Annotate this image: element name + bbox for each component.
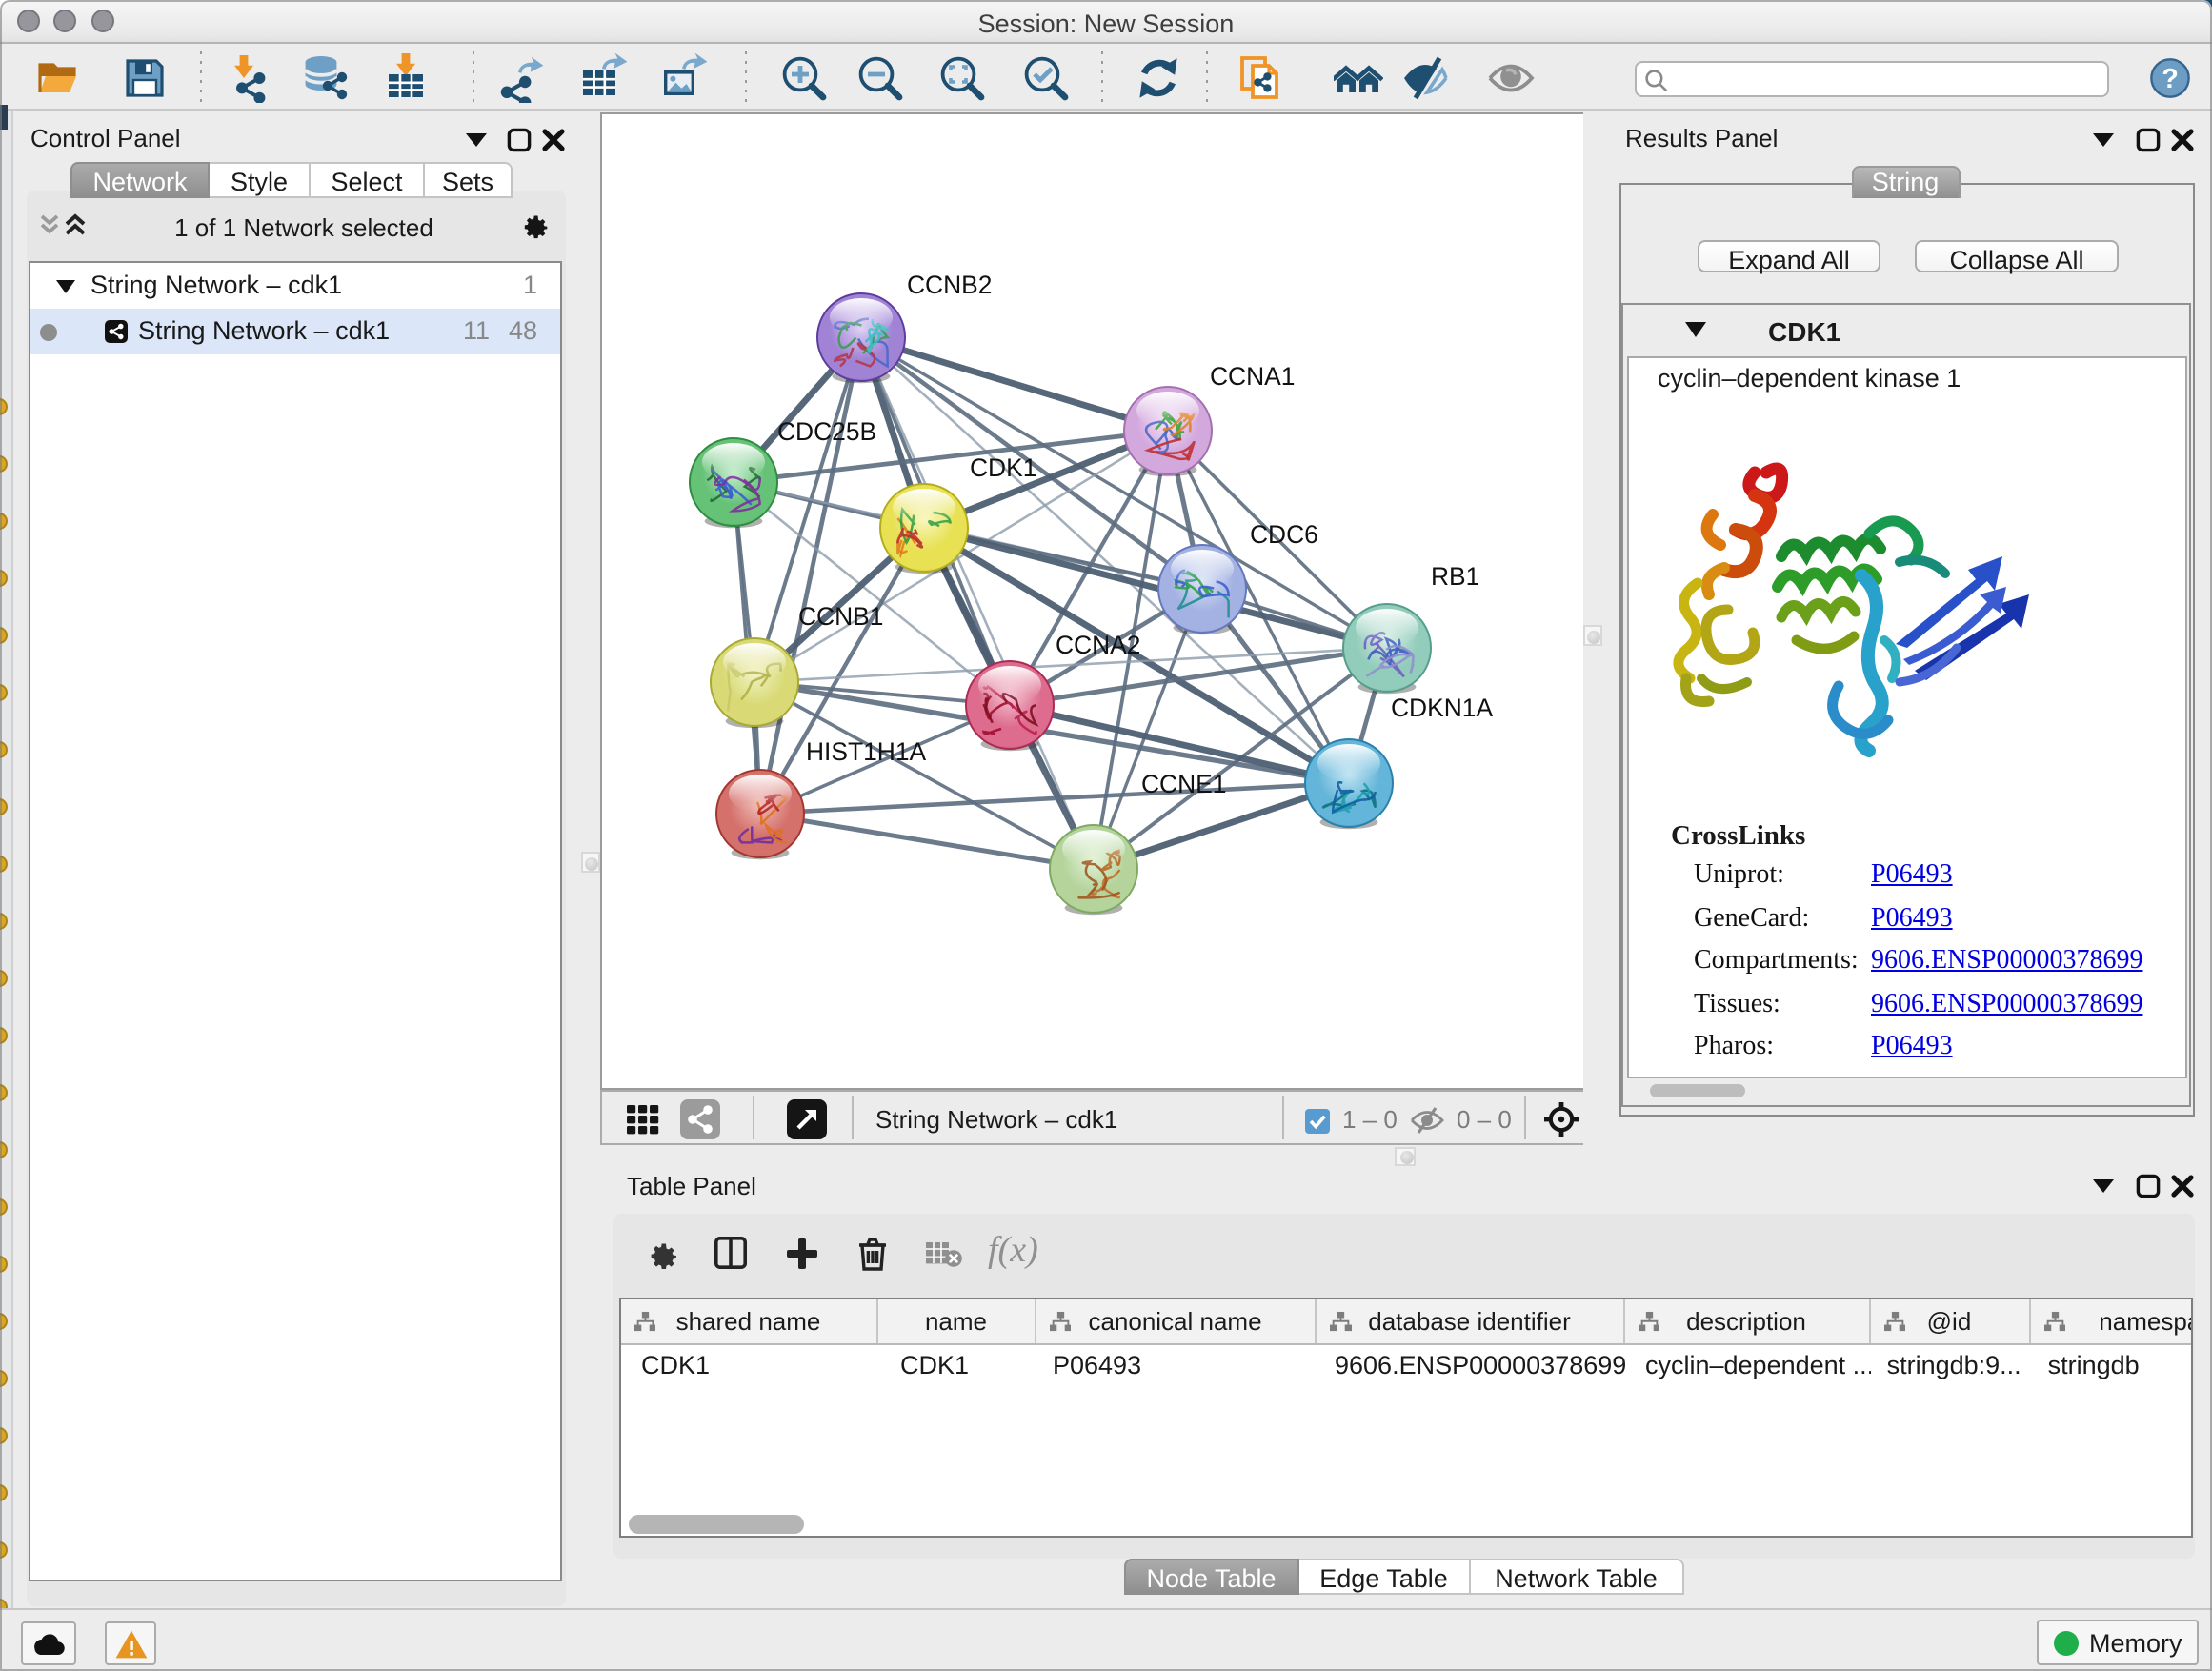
svg-text:?: ? — [2162, 64, 2179, 94]
svg-text:CDK1: CDK1 — [969, 453, 1036, 481]
svg-text:RB1: RB1 — [1430, 561, 1478, 590]
svg-text:CDKN1A: CDKN1A — [1390, 693, 1492, 721]
svg-text:CCNB2: CCNB2 — [906, 270, 991, 298]
svg-text:CCNB1: CCNB1 — [797, 601, 882, 630]
svg-text:CDC6: CDC6 — [1249, 519, 1317, 548]
svg-text:CDC25B: CDC25B — [776, 416, 875, 445]
svg-text:CCNE1: CCNE1 — [1140, 769, 1225, 797]
svg-text:CCNA2: CCNA2 — [1055, 630, 1139, 658]
svg-text:CCNA1: CCNA1 — [1209, 361, 1294, 390]
svg-text:HIST1H1A: HIST1H1A — [805, 736, 926, 765]
